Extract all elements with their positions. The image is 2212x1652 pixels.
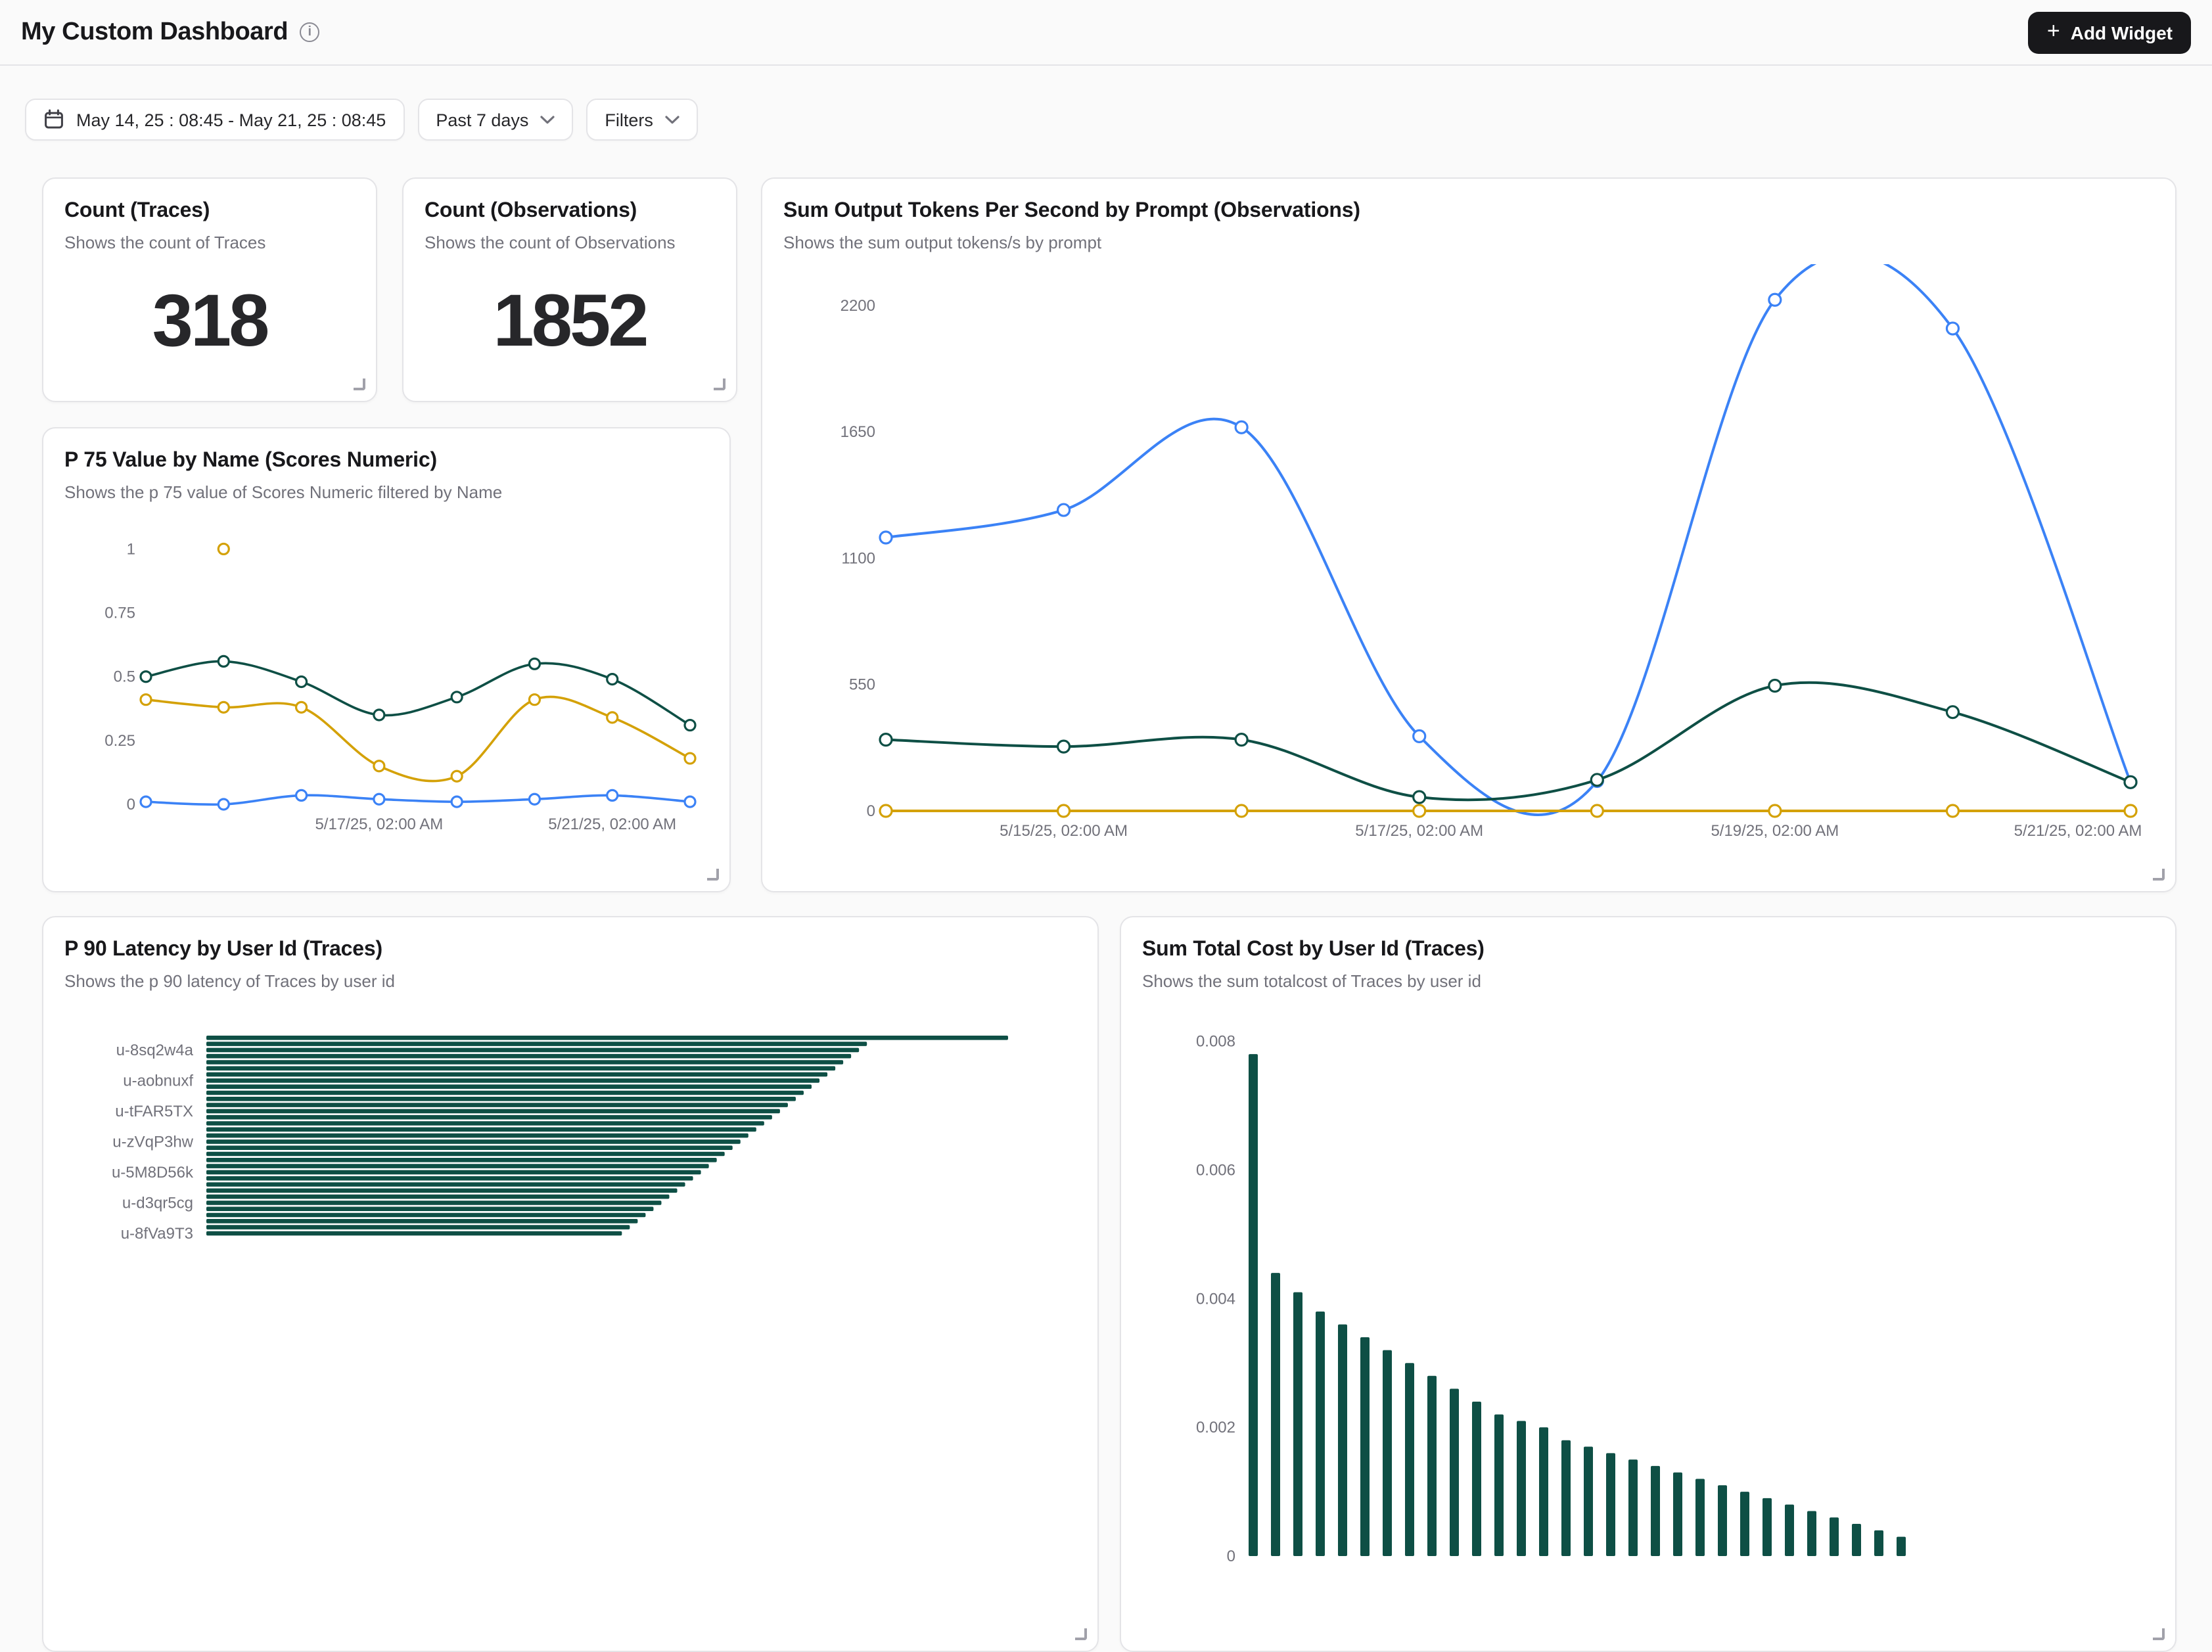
svg-text:5/19/25, 02:00 AM: 5/19/25, 02:00 AM: [1711, 822, 1839, 840]
svg-text:5/21/25, 02:00 AM: 5/21/25, 02:00 AM: [548, 815, 676, 833]
widget-p75-scores: P 75 Value by Name (Scores Numeric) Show…: [42, 427, 731, 892]
chevron-down-icon: [540, 115, 555, 124]
page-title: My Custom Dashboard: [21, 18, 288, 47]
svg-text:u-5M8D56k: u-5M8D56k: [112, 1164, 194, 1182]
widget-subtitle: Shows the p 75 value of Scores Numeric f…: [43, 473, 729, 502]
svg-text:0.75: 0.75: [104, 605, 135, 622]
resize-handle[interactable]: [1075, 1628, 1087, 1640]
widget-title: Sum Output Tokens Per Second by Prompt (…: [762, 179, 2175, 223]
dashboard-page: My Custom Dashboard i + Add Widget May 1…: [0, 0, 2212, 1235]
count-traces-value: 318: [43, 252, 376, 401]
resize-handle[interactable]: [707, 869, 719, 881]
filters-dropdown[interactable]: Filters: [586, 99, 698, 141]
date-range-label: May 14, 25 : 08:45 - May 21, 25 : 08:45: [76, 110, 386, 129]
svg-text:1: 1: [127, 540, 135, 558]
widget-subtitle: Shows the p 90 latency of Traces by user…: [43, 962, 1097, 991]
widget-title: P 75 Value by Name (Scores Numeric): [43, 428, 729, 473]
svg-text:u-d3qr5cg: u-d3qr5cg: [122, 1194, 193, 1212]
page-header: My Custom Dashboard i + Add Widget: [0, 0, 2212, 66]
svg-text:0.006: 0.006: [1196, 1161, 1235, 1179]
widget-title: Count (Observations): [403, 179, 736, 223]
svg-text:0.002: 0.002: [1196, 1419, 1235, 1436]
widget-subtitle: Shows the count of Traces: [43, 223, 376, 252]
add-widget-label: Add Widget: [2071, 22, 2173, 43]
widget-title: Sum Total Cost by User Id (Traces): [1121, 917, 2175, 962]
svg-text:u-tFAR5TX: u-tFAR5TX: [115, 1103, 193, 1120]
svg-text:1650: 1650: [841, 423, 875, 441]
widget-count-observations: Count (Observations) Shows the count of …: [402, 177, 737, 402]
widget-subtitle: Shows the sum totalcost of Traces by use…: [1121, 962, 2175, 991]
info-icon[interactable]: i: [300, 22, 319, 42]
svg-text:u-zVqP3hw: u-zVqP3hw: [112, 1133, 193, 1151]
add-widget-button[interactable]: + Add Widget: [2029, 11, 2191, 53]
p75-line-chart: 0 0.25 0.5 0.75 1 5/17/25, 02:00 AM 5/21/25, 0…: [64, 518, 711, 849]
chevron-down-icon: [665, 115, 680, 124]
svg-text:u-aobnuxf: u-aobnuxf: [123, 1072, 193, 1090]
count-observations-value: 1852: [403, 252, 736, 401]
cost-bar-chart: 0 0.002 0.004 0.006 0.008: [1142, 1017, 2157, 1595]
p90-bar-chart: u-8sq2w4a u-aobnuxf u-tFAR5TX u-zVqP3hw u-5M…: [64, 1017, 1079, 1622]
resize-handle[interactable]: [2153, 869, 2165, 881]
widget-subtitle: Shows the sum output tokens/s by prompt: [762, 223, 2175, 252]
svg-text:0.008: 0.008: [1196, 1033, 1235, 1051]
resize-handle[interactable]: [714, 379, 726, 390]
svg-text:0.5: 0.5: [114, 668, 135, 686]
date-range-picker[interactable]: May 14, 25 : 08:45 - May 21, 25 : 08:45: [25, 99, 404, 141]
widget-title: P 90 Latency by User Id (Traces): [43, 917, 1097, 962]
widget-tokens-per-second: Sum Output Tokens Per Second by Prompt (…: [761, 177, 2177, 892]
widget-subtitle: Shows the count of Observations: [403, 223, 736, 252]
svg-text:5/21/25, 02:00 AM: 5/21/25, 02:00 AM: [2014, 822, 2142, 840]
svg-text:0.25: 0.25: [104, 732, 135, 750]
widget-title: Count (Traces): [43, 179, 376, 223]
widget-count-traces: Count (Traces) Shows the count of Traces…: [42, 177, 377, 402]
date-preset-label: Past 7 days: [436, 110, 528, 129]
svg-text:u-8fVa9T3: u-8fVa9T3: [121, 1225, 193, 1243]
svg-text:u-8sq2w4a: u-8sq2w4a: [116, 1042, 194, 1059]
svg-text:5/17/25, 02:00 AM: 5/17/25, 02:00 AM: [315, 815, 443, 833]
svg-text:550: 550: [849, 676, 875, 694]
svg-text:5/15/25, 02:00 AM: 5/15/25, 02:00 AM: [1000, 822, 1128, 840]
widget-p90-latency: P 90 Latency by User Id (Traces) Shows t…: [42, 916, 1099, 1652]
toolbar: May 14, 25 : 08:45 - May 21, 25 : 08:45 …: [25, 99, 698, 141]
svg-text:0: 0: [867, 802, 875, 820]
svg-text:0: 0: [127, 796, 135, 814]
widget-total-cost: Sum Total Cost by User Id (Traces) Shows…: [1120, 916, 2177, 1652]
tokens-line-chart: 0 550 1100 1650 2200 5/15/25, 02:00 AM 5/17/25…: [783, 264, 2157, 856]
svg-text:5/17/25, 02:00 AM: 5/17/25, 02:00 AM: [1355, 822, 1483, 840]
date-preset-dropdown[interactable]: Past 7 days: [417, 99, 573, 141]
filters-label: Filters: [605, 110, 653, 129]
resize-handle[interactable]: [2153, 1628, 2165, 1640]
svg-text:1100: 1100: [841, 549, 875, 567]
svg-text:0.004: 0.004: [1196, 1290, 1235, 1308]
svg-text:2200: 2200: [841, 297, 875, 315]
calendar-icon: [43, 109, 64, 130]
svg-text:0: 0: [1227, 1548, 1235, 1565]
resize-handle[interactable]: [354, 379, 365, 390]
plus-icon: +: [2047, 20, 2060, 42]
